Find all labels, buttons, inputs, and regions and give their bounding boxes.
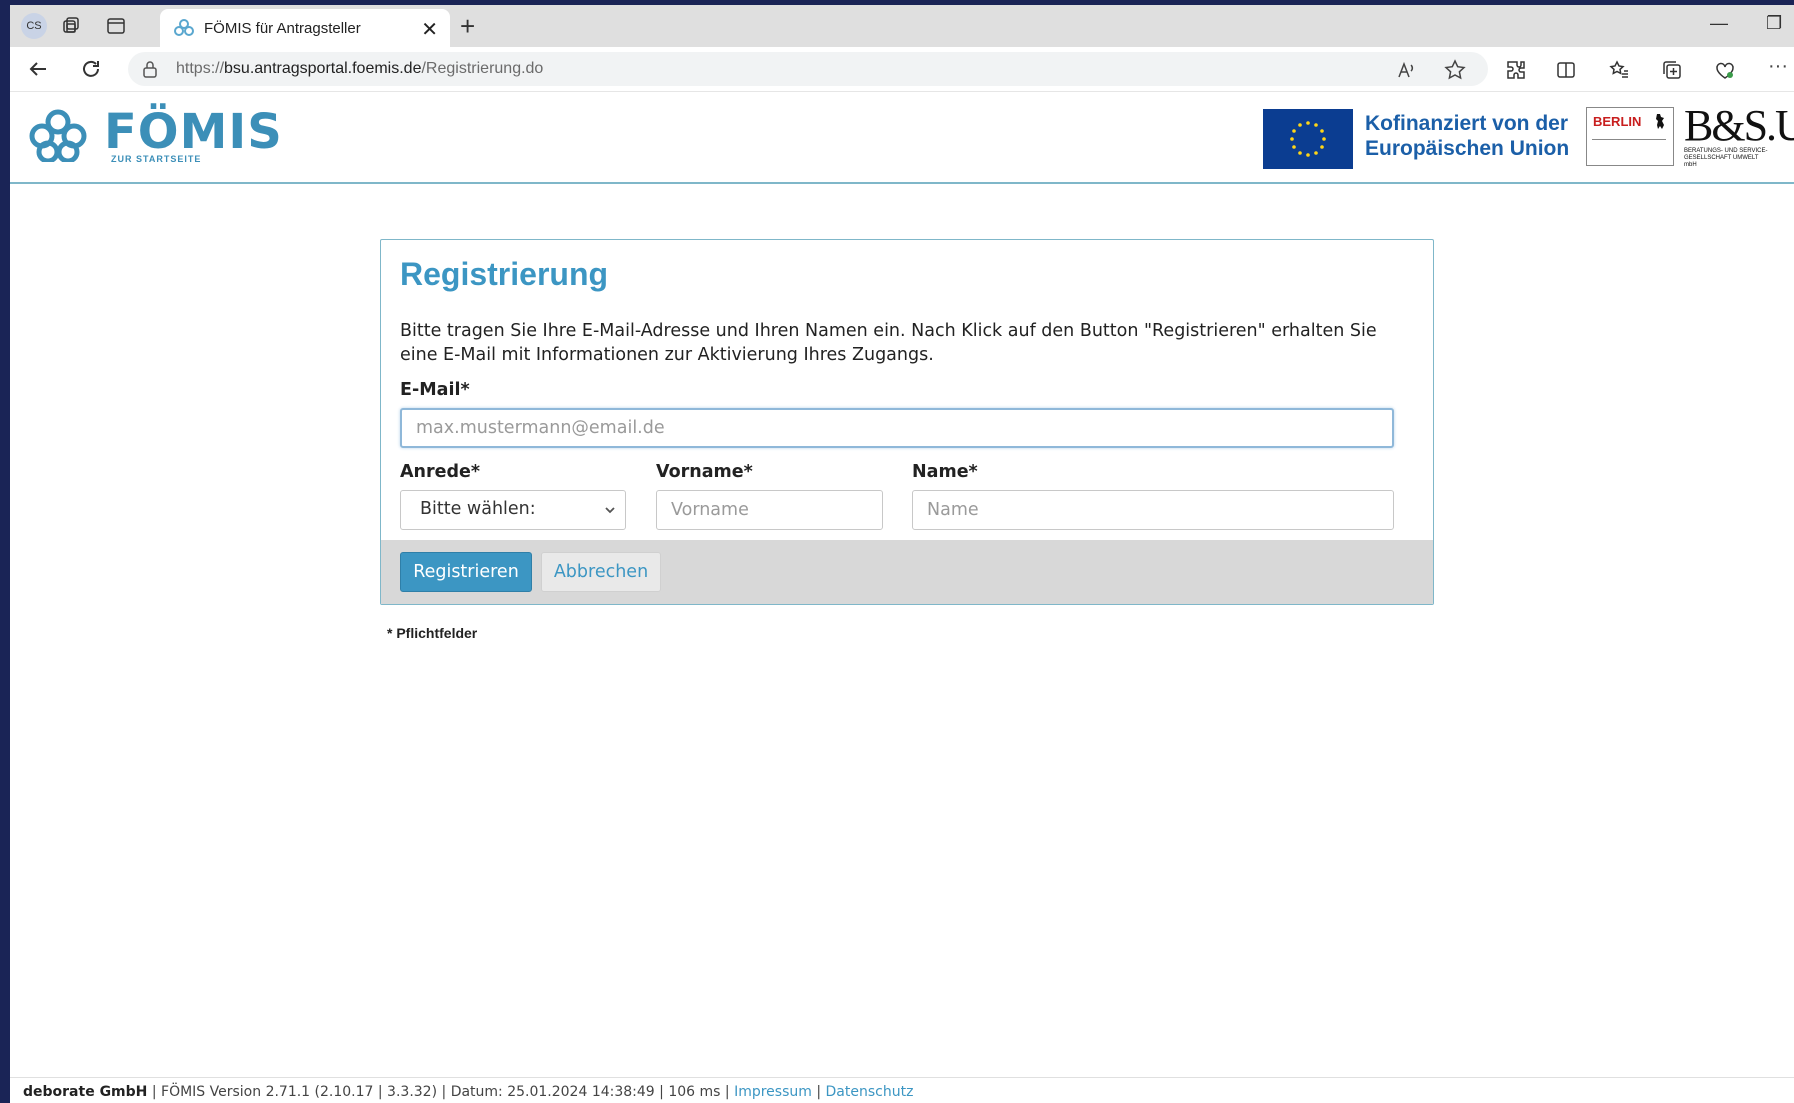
anrede-select[interactable]: Bitte wählen: [400, 490, 626, 530]
form-actions: Registrieren Abbrechen [381, 540, 1433, 604]
anrede-selected-value: Bitte wählen: [420, 499, 536, 519]
tab-close-icon[interactable]: ✕ [421, 17, 438, 42]
register-button[interactable]: Registrieren [400, 552, 532, 592]
minimize-icon[interactable]: — [1710, 13, 1728, 34]
chevron-down-icon [605, 507, 615, 514]
email-label: E-Mail* [400, 380, 470, 400]
required-fields-note: * Pflichtfelder [387, 625, 478, 641]
foemis-favicon-icon [174, 19, 194, 36]
eu-cofinanced-text: Kofinanziert von der Europäischen Union [1365, 112, 1570, 160]
vorname-field[interactable] [656, 490, 883, 530]
page-title: Registrierung [400, 256, 609, 292]
logo-startseite-link[interactable]: ZUR STARTSEITE [111, 154, 201, 164]
lock-icon[interactable] [142, 60, 158, 78]
favorites-icon[interactable] [1608, 59, 1630, 81]
url-text[interactable]: https://bsu.antragsportal.foemis.de/Regi… [176, 60, 543, 78]
page-content: FÖMIS ZUR STARTSEITE Kofinanziert von de… [10, 92, 1794, 1103]
footer-company: deborate GmbH [23, 1084, 148, 1100]
berlin-bear-icon [1656, 114, 1664, 129]
profile-avatar[interactable]: CS [21, 13, 47, 39]
extensions-icon[interactable] [1505, 59, 1527, 81]
registration-card: Registrierung Bitte tragen Sie Ihre E-Ma… [380, 239, 1434, 605]
intro-text: Bitte tragen Sie Ihre E-Mail-Adresse und… [400, 321, 1377, 365]
footer-timing: 106 ms [668, 1084, 721, 1100]
address-toolbar: https://bsu.antragsportal.foemis.de/Regi… [10, 47, 1794, 92]
vertical-tabs-icon[interactable] [105, 15, 127, 37]
new-tab-icon[interactable]: + [460, 11, 475, 42]
anrede-label: Anrede* [400, 462, 481, 482]
tab-title: FÖMIS für Antragsteller [204, 20, 361, 37]
favorite-star-icon[interactable] [1444, 59, 1466, 81]
more-menu-icon[interactable]: ··· [1768, 55, 1790, 77]
footer-date: Datum: 25.01.2024 14:38:49 [450, 1084, 655, 1100]
foemis-flower-icon [29, 109, 87, 162]
address-bar[interactable]: https://bsu.antragsportal.foemis.de/Regi… [128, 52, 1488, 86]
back-arrow-icon[interactable] [26, 57, 50, 81]
foemis-logo-link[interactable]: FÖMIS ZUR STARTSEITE [28, 104, 282, 164]
bsu-logo: B&S.U. BERATUNGS- UND SERVICE-GESELLSCHA… [1684, 101, 1794, 169]
site-header: FÖMIS ZUR STARTSEITE Kofinanziert von de… [10, 92, 1794, 184]
site-footer: deborate GmbH | FÖMIS Version 2.71.1 (2.… [10, 1077, 1794, 1103]
reload-icon[interactable] [79, 57, 103, 81]
impressum-link[interactable]: Impressum [734, 1084, 812, 1100]
tab-strip: CS FÖMIS für Antragsteller ✕ + — ❐ [10, 5, 1794, 47]
eu-flag-icon [1263, 109, 1353, 169]
restore-icon[interactable]: ❐ [1766, 13, 1782, 34]
datenschutz-link[interactable]: Datenschutz [826, 1084, 914, 1100]
name-field[interactable] [912, 490, 1394, 530]
footer-version: FÖMIS Version 2.71.1 (2.10.17 | 3.3.32) [161, 1084, 438, 1100]
collections-icon[interactable] [1661, 59, 1683, 81]
read-aloud-icon[interactable] [1396, 59, 1418, 81]
cancel-button[interactable]: Abbrechen [541, 552, 661, 592]
name-label: Name* [912, 462, 978, 482]
browser-essentials-icon[interactable] [1714, 59, 1736, 81]
tab-active[interactable]: FÖMIS für Antragsteller ✕ [160, 9, 450, 47]
split-screen-icon[interactable] [1555, 59, 1577, 81]
logo-wordmark: FÖMIS [104, 104, 283, 160]
browser-window: CS FÖMIS für Antragsteller ✕ + — ❐ https… [10, 5, 1794, 1103]
berlin-logo: BERLIN [1586, 107, 1674, 166]
vorname-label: Vorname* [656, 462, 753, 482]
workspaces-icon[interactable] [60, 15, 82, 37]
email-field[interactable] [400, 408, 1394, 448]
